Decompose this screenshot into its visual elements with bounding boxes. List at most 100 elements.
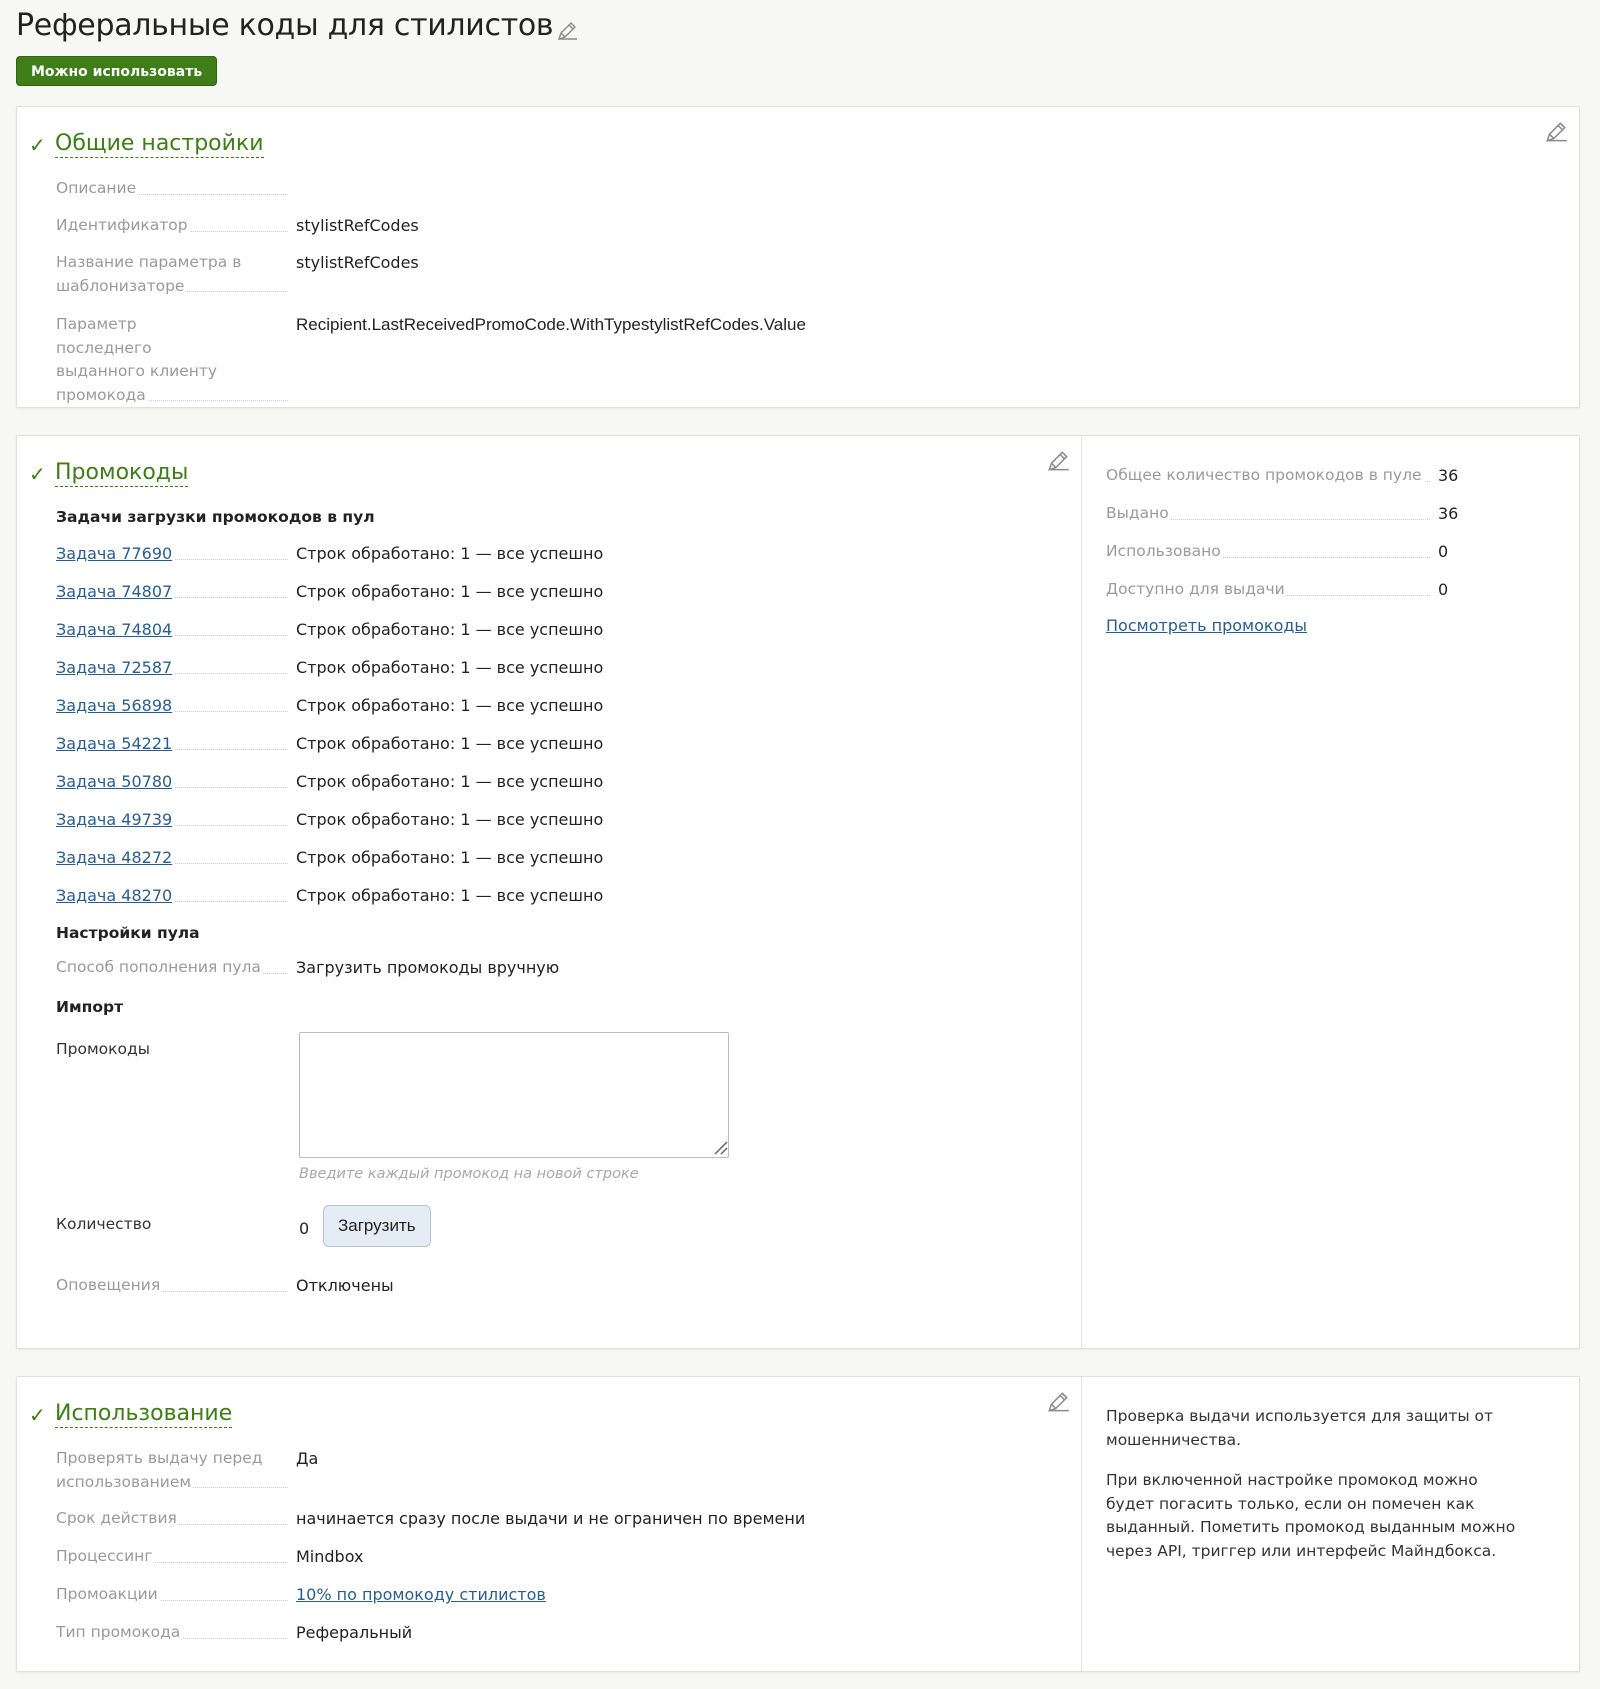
label-check-issue: Проверять выдачу перед использованием (56, 1449, 263, 1491)
task-link[interactable]: Задача 74807 (56, 582, 175, 601)
task-row: Задача 48272 Строк обработано: 1 — все у… (56, 846, 603, 870)
task-status: Строк обработано: 1 — все успешно (296, 886, 604, 905)
stat-row-total: Общее количество промокодов в пуле 36 (1106, 464, 1458, 488)
task-status: Строк обработано: 1 — все успешно (296, 658, 604, 677)
label-notify: Оповещения (56, 1276, 163, 1294)
task-link[interactable]: Задача 72587 (56, 658, 175, 677)
panel-divider (1081, 436, 1082, 1348)
task-link[interactable]: Задача 74804 (56, 620, 175, 639)
label-pool-method: Способ пополнения пула (56, 958, 263, 976)
task-link[interactable]: Задача 48270 (56, 886, 175, 905)
checkmark-icon: ✓ (29, 1402, 46, 1427)
edit-promocodes-pencil-icon[interactable] (1045, 448, 1071, 474)
usage-row-promo-actions: Промоакции 10% по промокоду стилистов (56, 1583, 546, 1607)
label-last-promo: Параметр последнего выданного клиенту пр… (56, 315, 218, 404)
value-processing: Mindbox (296, 1547, 364, 1566)
promocodes-panel: ✓ Промокоды Задачи загрузки промокодов в… (16, 435, 1580, 1349)
task-status: Строк обработано: 1 — все успешно (296, 810, 604, 829)
upload-button[interactable]: Загрузить (323, 1205, 431, 1247)
stat-label-available: Доступно для выдачи (1106, 580, 1287, 598)
value-template-param: stylistRefCodes (296, 253, 419, 272)
label-promo-type: Тип промокода (56, 1623, 183, 1641)
resize-grip-icon[interactable] (711, 1138, 729, 1156)
pool-method-row: Способ пополнения пула Загрузить промоко… (56, 956, 559, 980)
checkmark-icon: ✓ (29, 461, 46, 486)
stat-label-total: Общее количество промокодов в пуле (1106, 466, 1424, 484)
general-settings-panel: ✓ Общие настройки Описание Идентификатор… (16, 106, 1580, 408)
checkmark-icon: ✓ (29, 132, 46, 157)
usage-row-promo-type: Тип промокода Реферальный (56, 1621, 412, 1645)
tasks-heading: Задачи загрузки промокодов в пул (56, 508, 375, 526)
promocodes-title-text[interactable]: Промокоды (55, 460, 189, 487)
label-template-param: Название параметра в шаблонизаторе (56, 253, 242, 295)
task-status: Строк обработано: 1 — все успешно (296, 544, 604, 563)
import-heading: Импорт (56, 998, 124, 1016)
count-row: Количество (56, 1213, 296, 1237)
usage-row-processing: Процессинг Mindbox (56, 1545, 363, 1569)
view-promocodes-link[interactable]: Посмотреть промокоды (1106, 616, 1307, 635)
task-status: Строк обработано: 1 — все успешно (296, 620, 604, 639)
usage-section-title[interactable]: ✓ Использование (29, 1401, 233, 1428)
promocodes-section-title[interactable]: ✓ Промокоды (29, 460, 189, 487)
usage-row-validity: Срок действия начинается сразу после выд… (56, 1507, 805, 1531)
task-row: Задача 56898 Строк обработано: 1 — все у… (56, 694, 603, 718)
task-link[interactable]: Задача 77690 (56, 544, 175, 563)
task-status: Строк обработано: 1 — все успешно (296, 696, 604, 715)
promocodes-textarea[interactable] (299, 1032, 729, 1158)
task-row: Задача 74807 Строк обработано: 1 — все у… (56, 580, 603, 604)
general-title-text[interactable]: Общие настройки (55, 131, 264, 158)
task-row: Задача 72587 Строк обработано: 1 — все у… (56, 656, 603, 680)
value-promo-type: Реферальный (296, 1623, 413, 1642)
edit-general-pencil-icon[interactable] (1543, 119, 1569, 145)
label-count: Количество (56, 1215, 152, 1233)
task-status: Строк обработано: 1 — все успешно (296, 582, 604, 601)
task-link[interactable]: Задача 54221 (56, 734, 175, 753)
general-section-title[interactable]: ✓ Общие настройки (29, 131, 264, 158)
value-check-issue: Да (296, 1449, 319, 1468)
page-title: Реферальные коды для стилистов (16, 8, 579, 43)
stat-value-issued: 36 (1438, 504, 1459, 523)
task-row: Задача 77690 Строк обработано: 1 — все у… (56, 542, 603, 566)
general-row-description: Описание (56, 177, 296, 201)
task-link[interactable]: Задача 48272 (56, 848, 175, 867)
value-pool-method: Загрузить промокоды вручную (296, 958, 560, 977)
task-link[interactable]: Задача 49739 (56, 810, 175, 829)
stat-label-issued: Выдано (1106, 504, 1171, 522)
usage-info-p2: При включенной настройке промокод можно … (1106, 1471, 1516, 1560)
value-last-promo: Recipient.LastReceivedPromoCode.WithType… (296, 315, 806, 334)
stat-row-used: Использовано 0 (1106, 540, 1448, 564)
stat-value-total: 36 (1438, 466, 1459, 485)
edit-title-pencil-icon[interactable] (555, 16, 579, 40)
task-link[interactable]: Задача 50780 (56, 772, 175, 791)
label-processing: Процессинг (56, 1547, 155, 1565)
general-row-last-promo: Параметр последнего выданного клиенту пр… (56, 313, 806, 407)
edit-usage-pencil-icon[interactable] (1045, 1389, 1071, 1415)
page-title-text: Реферальные коды для стилистов (16, 8, 554, 43)
task-row: Задача 54221 Строк обработано: 1 — все у… (56, 732, 603, 756)
usage-title-text[interactable]: Использование (55, 1401, 233, 1428)
value-identifier: stylistRefCodes (296, 216, 419, 235)
value-validity: начинается сразу после выдачи и не огран… (296, 1509, 806, 1528)
usage-panel: ✓ Использование Проверять выдачу перед и… (16, 1376, 1580, 1672)
label-description: Описание (56, 179, 139, 197)
promo-action-link[interactable]: 10% по промокоду стилистов (296, 1583, 546, 1607)
label-validity: Срок действия (56, 1509, 179, 1527)
task-row: Задача 49739 Строк обработано: 1 — все у… (56, 808, 603, 832)
label-promo-actions: Промоакции (56, 1585, 160, 1603)
status-badge: Можно использовать (16, 56, 218, 86)
stat-label-used: Использовано (1106, 542, 1223, 560)
general-row-template-param: Название параметра в шаблонизаторе styli… (56, 251, 419, 298)
label-codes: Промокоды (56, 1040, 150, 1058)
usage-row-check-issue: Проверять выдачу перед использованием Да (56, 1447, 318, 1494)
stat-value-used: 0 (1438, 542, 1449, 561)
task-row: Задача 50780 Строк обработано: 1 — все у… (56, 770, 603, 794)
stat-value-available: 0 (1438, 580, 1449, 599)
usage-info-p1: Проверка выдачи используется для защиты … (1106, 1407, 1494, 1449)
stat-row-issued: Выдано 36 (1106, 502, 1458, 526)
task-status: Строк обработано: 1 — все успешно (296, 772, 604, 791)
codes-row: Промокоды (56, 1038, 296, 1062)
task-status: Строк обработано: 1 — все успешно (296, 848, 604, 867)
task-row: Задача 74804 Строк обработано: 1 — все у… (56, 618, 603, 642)
task-link[interactable]: Задача 56898 (56, 696, 175, 715)
label-identifier: Идентификатор (56, 216, 190, 234)
